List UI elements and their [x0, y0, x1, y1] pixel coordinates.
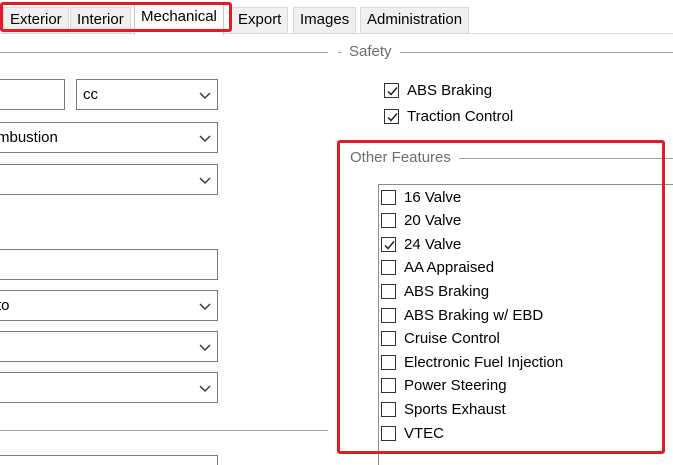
checkbox-label: Power Steering	[404, 377, 507, 395]
other_features-item-vtec[interactable]: VTEC	[381, 423, 444, 443]
other_features-item-abs-braking-w-ebd[interactable]: ABS Braking w/ EBD	[381, 305, 543, 325]
other_features-item-16-valve[interactable]: 16 Valve	[381, 187, 461, 207]
transmission-select[interactable]: to	[0, 290, 218, 321]
checkbox-label: Electronic Fuel Injection	[404, 353, 564, 371]
checkbox-label: 20 Valve	[404, 212, 462, 230]
checkbox-icon[interactable]	[381, 425, 396, 441]
bottom-input-field[interactable]	[0, 455, 218, 465]
checkbox-label: Traction Control	[407, 107, 514, 125]
dropdown-select-3[interactable]	[0, 164, 218, 195]
other_features-item-24-valve[interactable]: 24 Valve	[381, 234, 461, 254]
checkbox-icon[interactable]	[381, 260, 396, 276]
checkbox-label: ABS Braking w/ EBD	[404, 306, 544, 324]
safety-group-title: Safety	[341, 43, 400, 60]
checkbox-label: ABS Braking	[407, 81, 493, 99]
tab-bar: Exterior Interior Mechanical Export Imag…	[0, 0, 673, 35]
tab-exterior[interactable]: Exterior	[3, 7, 69, 33]
chevron-down-icon	[199, 92, 211, 99]
engine-size-input[interactable]	[0, 79, 65, 110]
checkbox-icon[interactable]	[381, 213, 396, 229]
checkbox-icon[interactable]	[381, 378, 396, 394]
safety-item-abs-braking[interactable]: ABS Braking	[384, 80, 492, 100]
other_features-item-abs-braking[interactable]: ABS Braking	[381, 281, 489, 301]
checkbox-label: AA Appraised	[404, 259, 495, 277]
fuel-type-value: mbustion	[0, 129, 58, 146]
checkbox-label: Cruise Control	[404, 330, 500, 348]
checkbox-label: ABS Braking	[404, 282, 490, 300]
tab-mechanical[interactable]: Mechanical	[134, 3, 224, 35]
other_features-item-power-steering[interactable]: Power Steering	[381, 376, 507, 396]
other_features-item-aa-appraised[interactable]: AA Appraised	[381, 258, 494, 278]
checkbox-label: VTEC	[404, 424, 445, 442]
chevron-down-icon	[199, 344, 211, 351]
checkbox-icon[interactable]	[381, 331, 396, 347]
checkbox-checked-icon[interactable]	[384, 108, 399, 124]
checkbox-checked-icon[interactable]	[381, 236, 396, 252]
other-features-group-title: Other Features	[342, 149, 459, 166]
engine-unit-value: cc	[83, 86, 98, 103]
chevron-down-icon	[199, 135, 211, 142]
engine-unit-select[interactable]: cc	[76, 79, 218, 110]
checkbox-label: Sports Exhaust	[404, 400, 506, 418]
checkbox-icon[interactable]	[381, 189, 396, 205]
tab-interior[interactable]: Interior	[70, 7, 131, 33]
checkbox-icon[interactable]	[381, 401, 396, 417]
chevron-down-icon	[199, 177, 211, 184]
other_features-item-sports-exhaust[interactable]: Sports Exhaust	[381, 399, 506, 419]
tab-images[interactable]: Images	[293, 7, 357, 33]
tab-export[interactable]: Export	[231, 7, 289, 33]
checkbox-label: 24 Valve	[404, 235, 462, 253]
section-divider	[0, 430, 328, 431]
transmission-value: to	[0, 297, 10, 314]
chevron-down-icon	[199, 303, 211, 310]
other_features-item-20-valve[interactable]: 20 Valve	[381, 211, 461, 231]
other_features-item-cruise-control[interactable]: Cruise Control	[381, 329, 500, 349]
checkbox-label: 16 Valve	[404, 188, 462, 206]
checkbox-icon[interactable]	[381, 307, 396, 323]
section-divider	[0, 52, 328, 53]
fuel-type-select[interactable]: mbustion	[0, 122, 218, 153]
tab-administration[interactable]: Administration	[360, 7, 470, 33]
text-input-field[interactable]	[0, 249, 218, 280]
chevron-down-icon	[199, 385, 211, 392]
checkbox-icon[interactable]	[381, 354, 396, 370]
other_features-item-electronic-fuel-injection[interactable]: Electronic Fuel Injection	[381, 352, 563, 372]
checkbox-icon[interactable]	[381, 283, 396, 299]
dropdown-select-6[interactable]	[0, 331, 218, 362]
safety-item-traction-control[interactable]: Traction Control	[384, 106, 513, 126]
checkbox-checked-icon[interactable]	[384, 82, 399, 98]
dropdown-select-7[interactable]	[0, 372, 218, 403]
